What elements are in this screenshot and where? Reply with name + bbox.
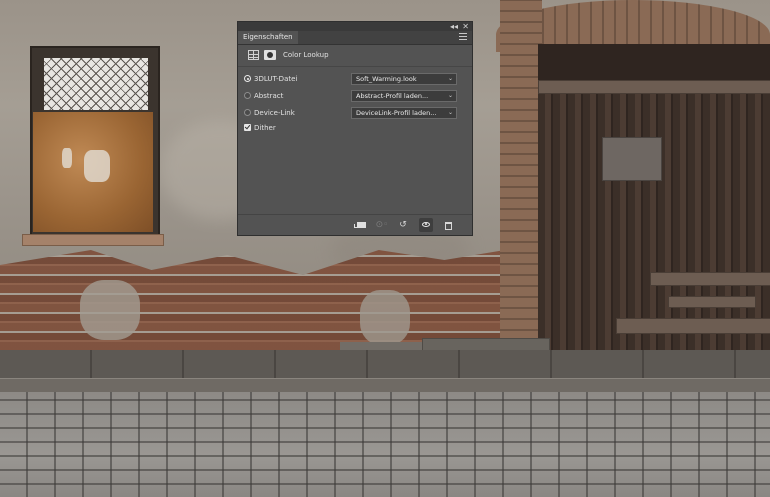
option-device-link: Device-Link DeviceLink-Profil laden... ⌄ — [238, 106, 472, 120]
reset-icon[interactable]: ↺ — [396, 218, 410, 232]
window-grate — [44, 58, 148, 110]
radio-device-link[interactable] — [244, 109, 251, 116]
radio-abstract[interactable] — [244, 92, 251, 99]
option-3dlut: 3DLUT-Datei Soft_Warming.look ⌄ — [238, 72, 472, 86]
door-beam — [616, 318, 770, 334]
paint-spot — [84, 150, 110, 182]
door-beam — [668, 296, 756, 308]
dither-checkbox[interactable] — [244, 124, 251, 131]
chevron-down-icon: ⌄ — [447, 92, 453, 99]
radio-3dlut[interactable] — [244, 75, 251, 82]
cobblestone-street — [0, 392, 770, 497]
panel-title: Color Lookup — [283, 51, 329, 59]
dither-label: Dither — [254, 124, 276, 132]
option-label: Abstract — [254, 92, 284, 100]
trash-icon[interactable] — [441, 218, 455, 232]
close-icon[interactable]: ✕ — [462, 22, 469, 31]
brick-pillar — [500, 0, 542, 340]
layer-mask-icon[interactable] — [264, 50, 276, 60]
properties-panel: ◂◂ ✕ Eigenschaften Color Lookup 3DLUT-Da… — [237, 21, 473, 236]
plaster-patch — [360, 290, 410, 345]
door-patch — [602, 137, 662, 181]
select-value: Soft_Warming.look — [356, 75, 417, 83]
select-3dlut[interactable]: Soft_Warming.look ⌄ — [351, 73, 457, 85]
select-value: Abstract-Profil laden... — [356, 92, 429, 100]
sidewalk — [0, 350, 770, 380]
clip-to-layer-icon[interactable] — [354, 218, 368, 232]
panel-footer: ⊙◦ ↺ — [238, 214, 472, 235]
door-beam — [650, 272, 770, 286]
chevron-down-icon: ⌄ — [447, 109, 453, 116]
double-chevron-icon[interactable]: ◂◂ — [450, 22, 458, 31]
option-label: 3DLUT-Datei — [254, 75, 298, 83]
plaster-patch — [80, 280, 140, 340]
adjustment-grid-icon[interactable] — [248, 50, 259, 60]
view-previous-state-icon[interactable]: ⊙◦ — [375, 218, 389, 232]
paint-spot — [62, 148, 72, 168]
option-label: Device-Link — [254, 109, 295, 117]
chevron-down-icon: ⌄ — [447, 75, 453, 82]
option-abstract: Abstract Abstract-Profil laden... ⌄ — [238, 89, 472, 103]
panel-header: Color Lookup — [238, 45, 472, 67]
panel-menu-icon[interactable] — [459, 33, 467, 42]
panel-titlebar[interactable]: ◂◂ ✕ — [238, 22, 472, 31]
tab-eigenschaften[interactable]: Eigenschaften — [238, 31, 298, 44]
panel-tabbar: Eigenschaften — [238, 31, 472, 45]
window-sill — [22, 234, 164, 246]
select-value: DeviceLink-Profil laden... — [356, 109, 437, 117]
option-dither: Dither — [238, 121, 472, 135]
visibility-eye-icon[interactable] — [419, 218, 433, 232]
select-abstract[interactable]: Abstract-Profil laden... ⌄ — [351, 90, 457, 102]
select-device-link[interactable]: DeviceLink-Profil laden... ⌄ — [351, 107, 457, 119]
exposed-brick — [0, 250, 505, 350]
door-beam — [538, 80, 770, 94]
